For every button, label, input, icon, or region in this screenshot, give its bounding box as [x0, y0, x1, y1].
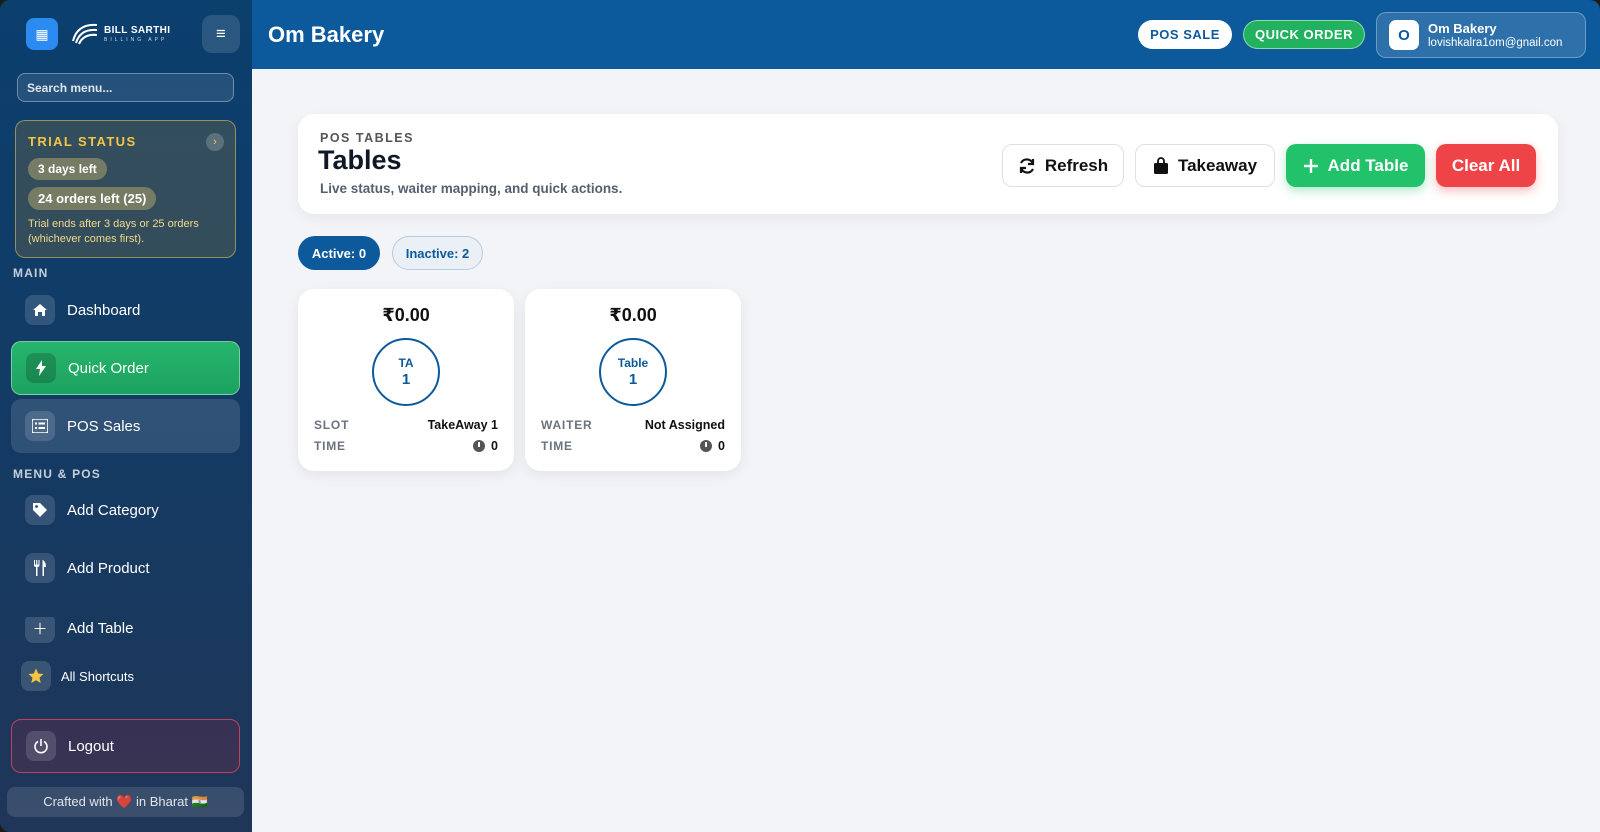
qr-logo-icon: ▦	[26, 18, 58, 50]
table-amount: ₹0.00	[382, 305, 430, 325]
bolt-icon	[26, 353, 56, 383]
add-table-label: Add Table	[1327, 155, 1409, 175]
chevron-right-icon[interactable]: ›	[206, 133, 224, 151]
clear-all-label: Clear All	[1451, 155, 1521, 175]
top-header: Om Bakery POS SALE QUICK ORDER O Om Bake…	[252, 0, 1600, 69]
hamburger-icon: ≡	[216, 24, 226, 43]
shopping-bag-icon	[1153, 156, 1168, 174]
search-menu-input[interactable]	[17, 73, 234, 102]
clock-icon	[473, 440, 486, 452]
sidebar-item-add-table[interactable]: ＋ Add Table	[11, 617, 240, 645]
trial-note: Trial ends after 3 days or 25 orders (wh…	[28, 218, 199, 245]
utensils-icon	[25, 553, 55, 583]
row-value: 0	[718, 439, 725, 453]
section-label-menu-pos: MENU & POS	[13, 467, 102, 481]
table-row-slot: SLOT TakeAway 1	[314, 418, 498, 432]
sidebar-item-label: POS Sales	[67, 417, 141, 435]
sidebar-item-dashboard[interactable]: Dashboard	[11, 283, 240, 337]
power-icon	[26, 731, 56, 761]
clock-icon	[700, 440, 713, 452]
sidebar-item-label: Add Category	[67, 501, 159, 519]
trial-title: TRIAL STATUS	[28, 134, 137, 149]
menu-toggle-button[interactable]: ≡	[202, 15, 240, 53]
pos-sale-button[interactable]: POS SALE	[1138, 20, 1232, 49]
row-value: TakeAway 1	[427, 418, 498, 432]
shortcuts-label: All Shortcuts	[61, 668, 134, 684]
tag-icon	[25, 495, 55, 525]
user-email: lovishkalra1om@gnail.con	[1428, 37, 1563, 49]
panel-description: Live status, waiter mapping, and quick a…	[320, 181, 623, 196]
table-amount: ₹0.00	[609, 305, 657, 325]
sidebar-item-label: Add Product	[67, 559, 150, 577]
table-card-table-1[interactable]: ₹0.00 Table 1 WAITER Not Assigned TIME 0	[525, 289, 741, 471]
brand-subtitle: BILLING APP	[104, 37, 168, 43]
user-profile-card[interactable]: O Om Bakery lovishkalra1om@gnail.con	[1376, 12, 1586, 58]
sidebar-item-pos-sales[interactable]: POS Sales	[11, 399, 240, 453]
section-label-main: MAIN	[13, 266, 49, 280]
refresh-icon	[1019, 157, 1034, 174]
sidebar: ▦ BILL SARTHI BILLING APP ≡ TRIAL STATUS…	[0, 0, 252, 832]
user-name: Om Bakery	[1428, 21, 1497, 36]
row-value-wrap: 0	[473, 439, 498, 453]
sidebar-item-add-product[interactable]: Add Product	[11, 541, 240, 595]
page-title: Om Bakery	[268, 22, 385, 47]
list-icon	[25, 411, 55, 441]
row-key: TIME	[541, 439, 573, 453]
sidebar-item-add-category[interactable]: Add Category	[11, 483, 240, 537]
app-window: ▦ BILL SARTHI BILLING APP ≡ TRIAL STATUS…	[0, 0, 1600, 832]
takeaway-label: Takeaway	[1177, 155, 1258, 175]
brand-name: BILL SARTHI	[104, 25, 171, 36]
row-key: TIME	[314, 439, 346, 453]
trial-status-card: TRIAL STATUS › 3 days left 24 orders lef…	[15, 120, 236, 258]
trial-days-badge: 3 days left	[28, 158, 107, 180]
row-key: SLOT	[314, 418, 350, 432]
sidebar-item-label: Quick Order	[68, 359, 149, 377]
refresh-button[interactable]: Refresh	[1002, 144, 1124, 187]
row-value-wrap: 0	[700, 439, 725, 453]
table-row-waiter: WAITER Not Assigned	[541, 418, 725, 432]
table-badge-number: 1	[628, 371, 638, 388]
main-content: POS TABLES Tables Live status, waiter ma…	[252, 69, 1600, 832]
tables-header-panel: POS TABLES Tables Live status, waiter ma…	[298, 114, 1558, 214]
brand[interactable]: ▦ BILL SARTHI BILLING APP	[26, 18, 170, 50]
table-badge-label: Table	[617, 356, 649, 370]
clear-all-button[interactable]: Clear All	[1436, 144, 1536, 187]
row-value: Not Assigned	[644, 418, 725, 432]
brand-mark-icon	[72, 23, 98, 45]
star-icon	[21, 661, 51, 691]
avatar: O	[1389, 20, 1419, 50]
logout-label: Logout	[68, 737, 114, 755]
trial-orders-badge: 24 orders left (25)	[28, 187, 157, 210]
home-icon	[25, 295, 55, 325]
plus-icon: ＋	[25, 617, 55, 643]
footer-note: Crafted with ❤️ in Bharat 🇮🇳	[7, 787, 244, 817]
refresh-label: Refresh	[1044, 155, 1109, 175]
takeaway-button[interactable]: Takeaway	[1135, 144, 1275, 187]
all-shortcuts-button[interactable]: All Shortcuts	[21, 661, 134, 691]
row-value: 0	[491, 439, 498, 453]
table-badge: TA 1	[372, 338, 440, 406]
sidebar-item-label: Add Table	[67, 620, 134, 637]
sidebar-item-quick-order[interactable]: Quick Order	[11, 341, 240, 395]
table-card-takeaway-1[interactable]: ₹0.00 TA 1 SLOT TakeAway 1 TIME 0	[298, 289, 514, 471]
table-badge-label: TA	[398, 356, 414, 370]
logout-button[interactable]: Logout	[11, 719, 240, 773]
filter-active-chip[interactable]: Active: 0	[298, 236, 380, 270]
panel-eyebrow: POS TABLES	[320, 131, 414, 145]
table-row-time: TIME 0	[314, 439, 498, 453]
plus-icon	[1303, 158, 1318, 173]
sidebar-item-label: Dashboard	[67, 301, 141, 319]
row-key: WAITER	[541, 418, 593, 432]
quick-order-button[interactable]: QUICK ORDER	[1243, 20, 1365, 49]
table-badge-number: 1	[401, 371, 411, 388]
add-table-button[interactable]: Add Table	[1286, 144, 1425, 187]
table-row-time: TIME 0	[541, 439, 725, 453]
panel-title: Tables	[318, 145, 402, 175]
table-badge: Table 1	[599, 338, 667, 406]
filter-inactive-chip[interactable]: Inactive: 2	[392, 236, 483, 270]
